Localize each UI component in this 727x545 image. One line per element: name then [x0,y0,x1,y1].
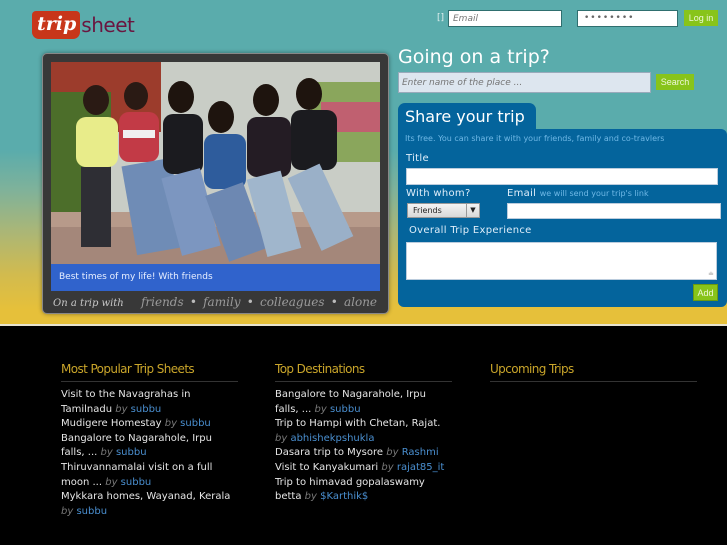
with-whom-value: Friends [413,206,442,215]
user-link[interactable]: subbu [131,404,162,415]
trip-link[interactable]: Visit to Kanyakumari [275,462,378,473]
by-label: by [115,403,128,415]
user-link[interactable]: $Karthik$ [320,491,368,502]
email-label: Email [507,188,537,199]
trip-link[interactable]: Dasara trip to Mysore [275,447,383,458]
list-item: Thiruvannamalai visit on a full moon ...… [61,461,238,490]
trip-title-input[interactable] [406,168,718,185]
by-label: by [381,461,394,473]
login-email-input[interactable] [448,10,562,27]
experience-label: Overall Trip Experience [409,225,532,236]
filter-alone[interactable]: alone [344,295,377,309]
search-heading: Going on a trip? [398,46,550,68]
by-label: by [275,432,288,444]
with-whom-label: With whom? [406,188,471,199]
popular-trips-heading: Most Popular Trip Sheets [61,362,238,382]
list-item: Visit to Kanyakumari by rajat85_it [275,461,452,476]
by-label: by [105,476,118,488]
filter-colleagues[interactable]: colleagues [260,295,325,309]
share-email-input[interactable] [507,203,721,219]
list-item: Trip to himavad gopalaswamy betta by $Ka… [275,476,452,505]
by-label: by [386,447,399,459]
separator-dot: • [246,295,254,309]
upcoming-trips-column: Upcoming Trips [490,362,697,382]
resize-grip-icon[interactable]: ≐ [708,270,714,278]
trip-link[interactable]: Trip to Hampi with Chetan, Rajat. [275,418,440,429]
user-link[interactable]: abhishekpshukla [290,433,374,444]
list-item: Dasara trip to Mysore by Rashmi [275,446,452,461]
share-trip-form: Its free. You can share it with your fri… [398,129,727,307]
remember-me-checkbox[interactable]: [] [437,13,444,23]
login-password-input[interactable]: •••••••• [577,10,678,27]
top-destinations-list: Bangalore to Nagarahole, Irpu falls, ...… [275,388,452,505]
hero-divider [0,324,727,326]
by-label: by [164,418,177,430]
group-photo-illustration [51,62,380,264]
upcoming-trips-heading: Upcoming Trips [490,362,697,382]
email-label-group: Email we will send your trip's link [507,188,649,199]
top-destinations-heading: Top Destinations [275,362,452,382]
by-label: by [304,491,317,503]
tripsheet-logo[interactable]: trip sheet [32,9,135,41]
add-trip-button[interactable]: Add [693,284,718,301]
separator-dot: • [330,295,338,309]
share-trip-tab: Share your trip [398,103,536,131]
user-link[interactable]: subbu [330,404,361,415]
user-link[interactable]: subbu [121,477,152,488]
search-button[interactable]: Search [656,74,694,90]
popular-trips-list: Visit to the Navagrahas in Tamilnadu by … [61,388,238,519]
by-label: by [100,447,113,459]
featured-trip-photo[interactable] [51,62,380,264]
list-item: Mudigere Homestay by subbu [61,417,238,432]
list-item: Bangalore to Nagarahole, Irpu falls, ...… [275,388,452,417]
user-link[interactable]: Rashmi [402,447,439,458]
featured-photo-frame: Best times of my life! With friends On a… [42,53,389,314]
filter-friends[interactable]: friends [141,295,184,309]
separator-dot: • [189,295,197,309]
with-whom-select[interactable]: Friends ▼ [407,203,480,218]
login-button[interactable]: Log in [684,10,718,26]
on-trip-with-label: On a trip with [53,298,124,309]
user-link[interactable]: rajat85_it [397,462,445,473]
list-item: Bangalore to Nagarahole, Irpu falls, ...… [61,432,238,461]
list-item: Visit to the Navagrahas in Tamilnadu by … [61,388,238,417]
trip-companion-filter: On a trip with friends • family • collea… [53,295,377,309]
by-label: by [61,505,74,517]
user-link[interactable]: subbu [116,447,147,458]
list-item: Mykkara homes, Wayanad, Kerala by subbu [61,490,238,519]
popular-trips-column: Most Popular Trip Sheets Visit to the Na… [61,362,238,519]
filter-family[interactable]: family [203,295,240,309]
user-link[interactable]: subbu [180,418,211,429]
share-subtitle: Its free. You can share it with your fri… [405,134,665,143]
place-search-input[interactable] [398,72,651,93]
logo-sheet-text: sheet [81,13,135,37]
user-link[interactable]: subbu [76,506,107,517]
chevron-down-icon: ▼ [466,204,479,217]
trip-link[interactable]: Mykkara homes, Wayanad, Kerala [61,491,230,502]
photo-caption: Best times of my life! With friends [51,264,380,291]
by-label: by [314,403,327,415]
trip-experience-textarea[interactable]: ≐ [406,242,717,280]
list-item: Trip to Hampi with Chetan, Rajat. by abh… [275,417,452,446]
title-label: Title [406,153,429,164]
top-destinations-column: Top Destinations Bangalore to Nagarahole… [275,362,452,505]
logo-trip-badge: trip [32,11,81,39]
trip-link[interactable]: Mudigere Homestay [61,418,162,429]
email-hint: we will send your trip's link [539,189,649,198]
